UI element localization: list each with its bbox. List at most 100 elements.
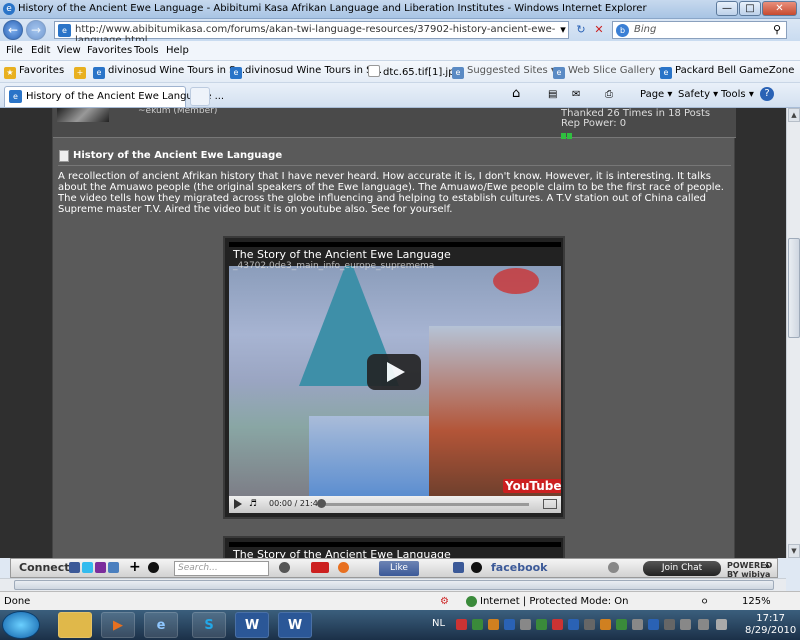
progress-track[interactable]: [319, 503, 529, 506]
stop-icon[interactable]: ✕: [590, 22, 608, 38]
network-icon[interactable]: [680, 619, 691, 630]
myspace-icon[interactable]: [108, 562, 119, 573]
favorite-item[interactable]: e divinosud Wine Tours in S...: [230, 65, 382, 79]
smiley-icon[interactable]: [338, 562, 349, 573]
wibiya-search-input[interactable]: Search...: [174, 561, 269, 576]
zoom-level[interactable]: 125%: [742, 596, 771, 607]
search-input[interactable]: b Bing: [612, 21, 787, 39]
menu-file[interactable]: File: [6, 45, 23, 56]
video-player-2[interactable]: The Story of the Ancient Ewe Language: [223, 536, 565, 558]
tray-icon[interactable]: [536, 619, 547, 630]
facebook-icon[interactable]: [69, 562, 80, 573]
video-player[interactable]: YouTube The Story of the Ancient Ewe Lan…: [223, 236, 565, 519]
word-document-taskbar-icon[interactable]: W: [278, 612, 312, 638]
safety-menu[interactable]: Safety ▾: [678, 89, 718, 100]
clock[interactable]: 17:17 8/29/2010: [745, 613, 796, 637]
youtube-icon[interactable]: [311, 562, 329, 573]
menu-edit[interactable]: Edit: [31, 45, 50, 56]
search-icon[interactable]: ⚲: [768, 22, 786, 38]
web-slice-gallery[interactable]: e Web Slice Gallery ▾: [553, 65, 664, 79]
scroll-down-icon[interactable]: ▼: [788, 544, 800, 558]
progress-knob[interactable]: [317, 499, 326, 508]
menu-tools[interactable]: Tools: [134, 45, 159, 56]
new-tab-button[interactable]: [190, 87, 210, 106]
feeds-icon[interactable]: ▤: [548, 89, 557, 100]
favorite-item[interactable]: e divinosud Wine Tours in S...: [93, 65, 245, 79]
tray-icon[interactable]: [616, 619, 627, 630]
connect-label[interactable]: Connect: [19, 561, 70, 574]
tray-icon[interactable]: [520, 619, 531, 630]
fullscreen-icon[interactable]: [543, 499, 557, 509]
close-button[interactable]: ✕: [762, 1, 797, 16]
battery-icon[interactable]: [698, 619, 709, 630]
mail-icon[interactable]: ✉: [572, 89, 580, 100]
print-icon[interactable]: ⎙: [605, 89, 613, 100]
forward-button[interactable]: →: [26, 20, 46, 40]
facebook-link[interactable]: facebook: [491, 561, 548, 574]
camera-icon[interactable]: [471, 562, 482, 573]
plus-icon[interactable]: +: [129, 559, 141, 575]
video-title-2[interactable]: The Story of the Ancient Ewe Language: [233, 548, 451, 558]
protected-mode-icon[interactable]: ⚪: [700, 595, 709, 608]
tray-icon[interactable]: [648, 619, 659, 630]
word-taskbar-icon[interactable]: W: [235, 612, 269, 638]
join-chat-button[interactable]: Join Chat: [643, 561, 721, 576]
record-icon[interactable]: [148, 562, 159, 573]
video-title[interactable]: The Story of the Ancient Ewe Language: [233, 248, 451, 261]
tray-icon[interactable]: [632, 619, 643, 630]
tools-menu[interactable]: Tools ▾: [721, 89, 754, 100]
youtube-logo[interactable]: YouTube: [503, 479, 561, 493]
popup-blocker-icon[interactable]: ⚙: [440, 596, 449, 607]
back-button[interactable]: ←: [3, 20, 23, 40]
address-field[interactable]: e http://www.abibitumikasa.com/forums/ak…: [54, 21, 569, 46]
twitter-icon[interactable]: [82, 562, 93, 573]
tray-icon[interactable]: [504, 619, 515, 630]
tray-icon[interactable]: [456, 619, 467, 630]
suggested-sites[interactable]: e Suggested Sites ▾: [452, 65, 556, 79]
video-screen[interactable]: YouTube: [229, 266, 561, 496]
horizontal-scrollbar[interactable]: [0, 578, 786, 591]
skype-taskbar-icon[interactable]: S: [192, 612, 226, 638]
address-dropdown-icon[interactable]: ▾: [554, 22, 572, 38]
volume-icon[interactable]: [716, 619, 727, 630]
radio-icon[interactable]: [608, 562, 619, 573]
start-button[interactable]: [2, 611, 40, 639]
add-favorite-button[interactable]: +: [74, 65, 89, 79]
tray-icon[interactable]: [488, 619, 499, 630]
page-menu[interactable]: Page ▾: [640, 89, 672, 100]
media-player-taskbar-icon[interactable]: ▶: [101, 612, 135, 638]
tray-icon[interactable]: [664, 619, 675, 630]
window-title-bar[interactable]: e History of the Ancient Ewe Language - …: [0, 0, 800, 19]
vertical-scrollbar[interactable]: ▲ ▼: [786, 108, 800, 558]
tray-icon[interactable]: [568, 619, 579, 630]
yahoo-icon[interactable]: [95, 562, 106, 573]
play-button[interactable]: [367, 354, 421, 390]
scroll-thumb[interactable]: [788, 238, 800, 338]
security-zone[interactable]: Internet | Protected Mode: On: [480, 596, 628, 607]
favorites-button[interactable]: ★ Favorites: [4, 65, 64, 79]
menu-help[interactable]: Help: [166, 45, 189, 56]
favorite-item[interactable]: dtc.65.tif[1].jpg: [368, 65, 461, 78]
tab-active[interactable]: e History of the Ancient Ewe Language ..…: [4, 86, 224, 107]
scroll-up-icon[interactable]: ▲: [788, 108, 800, 122]
play-icon[interactable]: [234, 499, 242, 509]
tray-icon[interactable]: [552, 619, 563, 630]
favorite-item[interactable]: e Packard Bell GameZone: [660, 65, 794, 79]
home-icon[interactable]: ⌂: [512, 86, 520, 101]
minimize-button[interactable]: —: [716, 1, 738, 16]
menu-favorites[interactable]: Favorites: [87, 45, 132, 56]
facebook-like-button[interactable]: Like: [379, 561, 419, 576]
collapse-icon[interactable]: »: [764, 561, 770, 572]
maximize-button[interactable]: □: [739, 1, 761, 16]
explorer-taskbar-icon[interactable]: [58, 612, 92, 638]
refresh-icon[interactable]: ↻: [572, 22, 590, 38]
help-icon[interactable]: ?: [760, 87, 774, 101]
language-indicator[interactable]: NL: [432, 618, 445, 629]
tray-icon[interactable]: [472, 619, 483, 630]
tray-icon[interactable]: [600, 619, 611, 630]
facebook-share-icon[interactable]: [453, 562, 464, 573]
h-scroll-thumb[interactable]: [14, 580, 774, 590]
walker-icon[interactable]: [279, 562, 290, 573]
tray-icon[interactable]: [584, 619, 595, 630]
volume-icon[interactable]: ♬: [249, 499, 257, 509]
